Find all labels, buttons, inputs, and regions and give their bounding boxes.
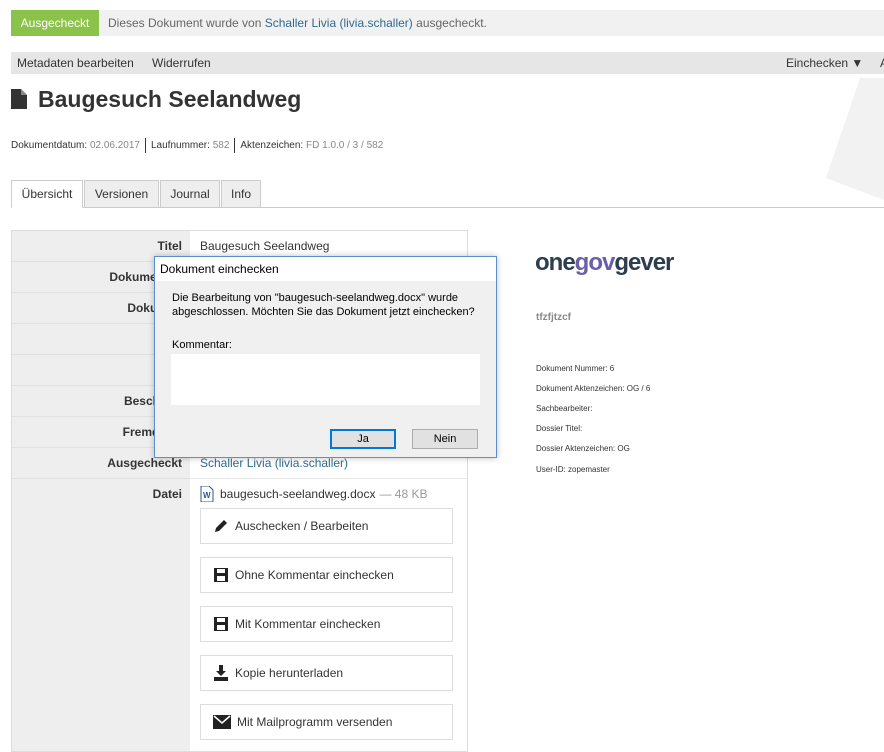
- document-date-label: Dokumentdatum:: [11, 140, 88, 151]
- checkin-with-comment-label: Mit Kommentar einchecken: [235, 617, 381, 631]
- file-link[interactable]: W baugesuch-seelandweg.docx — 48 KB: [200, 486, 427, 502]
- envelope-icon: [213, 715, 231, 729]
- meta-separator: [145, 138, 146, 153]
- logo-part-gov: gov: [574, 249, 616, 276]
- preview-code: tfzfjtzcf: [536, 312, 571, 323]
- no-button[interactable]: Nein: [412, 429, 478, 449]
- sequence-number-value: 582: [212, 140, 230, 151]
- preview-responsible: Sachbearbeiter:: [536, 404, 593, 413]
- floppy-disk-icon: [214, 568, 228, 582]
- download-copy-button[interactable]: Kopie herunterladen: [200, 655, 453, 691]
- preview-dossier-reference: Dossier Aktenzeichen: OG: [536, 444, 630, 453]
- checkin-with-comment-button[interactable]: Mit Kommentar einchecken: [200, 606, 453, 642]
- checkin-dialog: Dokument einchecken Die Bearbeitung von …: [154, 256, 497, 458]
- status-badge: Ausgecheckt: [11, 10, 99, 36]
- checkin-menu-button[interactable]: Einchecken ▼: [786, 52, 863, 74]
- preview-user-id: User-ID: zopemaster: [536, 465, 610, 474]
- document-date-value: 02.06.2017: [89, 140, 140, 151]
- file-name: baugesuch-seelandweg.docx: [220, 487, 376, 501]
- preview-document-reference: Dokument Aktenzeichen: OG / 6: [536, 384, 651, 393]
- pencil-icon: [215, 520, 227, 532]
- send-by-mail-button[interactable]: Mit Mailprogramm versenden: [200, 704, 453, 740]
- toolbar-overflow-item[interactable]: A: [880, 52, 884, 74]
- preview-document-number: Dokument Nummer: 6: [536, 364, 615, 373]
- document-toolbar: Metadaten bearbeiten Widerrufen Eincheck…: [11, 52, 884, 74]
- preview-dossier-title: Dossier Titel:: [536, 424, 583, 433]
- status-message-prefix: Dieses Dokument wurde von: [108, 16, 265, 30]
- yes-button[interactable]: Ja: [330, 429, 396, 449]
- checkin-without-comment-button[interactable]: Ohne Kommentar einchecken: [200, 557, 453, 593]
- logo-part-one: one: [535, 249, 576, 276]
- dialog-title: Dokument einchecken: [155, 257, 496, 281]
- comment-label: Kommentar:: [172, 339, 232, 351]
- checkin-without-comment-label: Ohne Kommentar einchecken: [235, 568, 394, 582]
- reference-number-label: Aktenzeichen:: [240, 140, 304, 151]
- tab-journal[interactable]: Journal: [160, 180, 220, 208]
- onegovgever-logo: onegovgever: [535, 249, 674, 277]
- checked-out-user-link[interactable]: Schaller Livia (livia.schaller): [265, 16, 413, 30]
- word-file-icon: W: [200, 486, 214, 502]
- file-size: — 48 KB: [379, 487, 428, 501]
- status-message-suffix: ausgecheckt.: [412, 16, 487, 30]
- reference-number-value: FD 1.0.0 / 3 / 582: [306, 140, 384, 151]
- document-metadata-line: Dokumentdatum: 02.06.2017 Laufnummer: 58…: [11, 138, 383, 153]
- floppy-disk-icon: [214, 617, 228, 631]
- comment-input[interactable]: [171, 354, 480, 405]
- logo-part-gever: gever: [614, 249, 674, 276]
- dialog-message: Die Bearbeitung von "baugesuch-seelandwe…: [172, 292, 475, 318]
- page-title: Baugesuch Seelandweg: [38, 86, 302, 112]
- field-label-file: Datei: [152, 487, 182, 501]
- edit-metadata-button[interactable]: Metadaten bearbeiten: [17, 52, 134, 74]
- tab-versions[interactable]: Versionen: [84, 180, 159, 208]
- meta-separator: [234, 138, 236, 153]
- document-icon: [11, 89, 27, 109]
- tab-info[interactable]: Info: [221, 180, 261, 208]
- download-copy-label: Kopie herunterladen: [235, 666, 344, 680]
- tab-overview[interactable]: Übersicht: [11, 180, 83, 208]
- download-icon: [214, 665, 228, 681]
- background-arrow-shape: [826, 78, 884, 200]
- sequence-number-label: Laufnummer:: [151, 140, 210, 151]
- svg-text:W: W: [203, 491, 211, 500]
- checkout-status-bar: Ausgecheckt Dieses Dokument wurde von Sc…: [11, 10, 884, 36]
- checkout-edit-button[interactable]: Auschecken / Bearbeiten: [200, 508, 453, 544]
- checkout-edit-label: Auschecken / Bearbeiten: [235, 519, 369, 533]
- send-by-mail-label: Mit Mailprogramm versenden: [237, 715, 393, 729]
- row-divider: [190, 478, 468, 479]
- revoke-button[interactable]: Widerrufen: [152, 52, 211, 74]
- status-message: Dieses Dokument wurde von Schaller Livia…: [108, 10, 487, 36]
